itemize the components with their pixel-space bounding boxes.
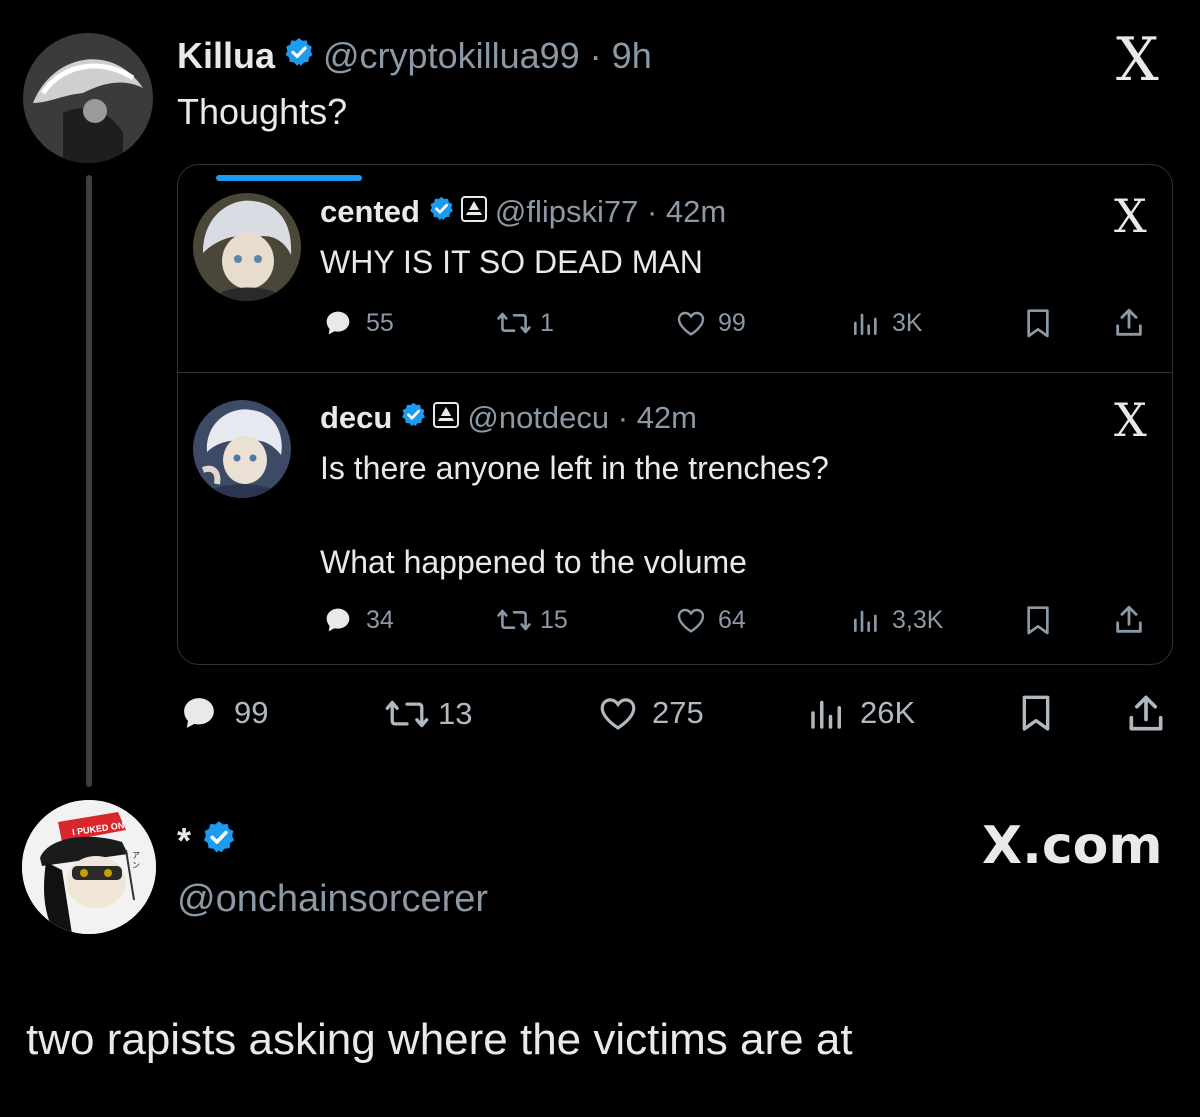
- bookmark-icon: [1027, 309, 1049, 338]
- avatar-killua[interactable]: [23, 33, 153, 163]
- views-count: 3K: [892, 308, 923, 337]
- reply-handle[interactable]: @onchainsorcerer: [177, 876, 488, 922]
- repost-icon: [385, 700, 429, 728]
- x-logo-icon: X: [1116, 25, 1159, 95]
- quoted-2-bookmark-button[interactable]: [1024, 605, 1052, 637]
- quoted-2-header: decu @notdecu · 42m: [320, 398, 697, 438]
- affiliate-badge-icon: [433, 400, 460, 436]
- like-count: 275: [652, 695, 704, 730]
- quoted-1-views-button[interactable]: 3K: [850, 307, 923, 339]
- quoted-2-like-button[interactable]: 64: [674, 604, 746, 636]
- quoted-1-bookmark-button[interactable]: [1024, 308, 1052, 340]
- repost-icon: [497, 312, 531, 334]
- reply-count: 34: [366, 605, 394, 634]
- quoted-2-repost-button[interactable]: 15: [496, 604, 568, 636]
- views-icon: [854, 610, 877, 632]
- verified-badge-icon: [428, 194, 455, 230]
- bookmark-icon: [1027, 606, 1049, 635]
- reply-header: *: [177, 818, 237, 864]
- quoted-1-header: cented @flipski77 · 42m: [320, 192, 726, 232]
- share-icon: [1129, 695, 1163, 731]
- avatar-onchainsorcerer[interactable]: I PUKED ON ア ン: [22, 800, 156, 934]
- quoted-1-handle-time[interactable]: @flipski77 · 42m: [495, 194, 726, 230]
- quoted-card-accent: [216, 175, 362, 181]
- reply-icon: [326, 608, 350, 632]
- quoted-1-text: WHY IS IT SO DEAD MAN: [320, 244, 703, 280]
- like-count: 99: [718, 308, 746, 337]
- svg-text:ア: ア: [132, 851, 140, 860]
- main-post-author-name[interactable]: Killua: [177, 35, 275, 77]
- quoted-2-reply-button[interactable]: 34: [322, 604, 394, 636]
- main-share-button[interactable]: [1124, 692, 1168, 736]
- main-post-header: Killua @cryptokillua99 · 9h: [177, 32, 652, 80]
- reply-count: 55: [366, 308, 394, 337]
- quoted-1-repost-button[interactable]: 1: [496, 307, 554, 339]
- main-post-handle-time[interactable]: @cryptokillua99 · 9h: [323, 35, 652, 77]
- repost-icon: [497, 609, 531, 631]
- svg-text:ン: ン: [132, 861, 140, 870]
- quoted-2-share-button[interactable]: [1112, 603, 1146, 637]
- verified-badge-icon: [400, 400, 427, 436]
- avatar-decu[interactable]: [193, 400, 291, 498]
- avatar-cented[interactable]: [193, 193, 301, 301]
- reply-text: two rapists asking where the victims are…: [26, 1015, 853, 1064]
- reply-count: 99: [234, 695, 269, 730]
- reply-icon: [326, 311, 350, 335]
- thread-line: [86, 175, 92, 787]
- repost-count: 1: [540, 308, 554, 337]
- xcom-watermark: X.com: [982, 816, 1163, 876]
- views-icon: [854, 313, 877, 335]
- quoted-1-reply-button[interactable]: 55: [322, 307, 394, 339]
- views-count: 3,3K: [892, 605, 944, 634]
- reply-icon: [184, 698, 214, 728]
- main-reply-button[interactable]: 99: [178, 692, 268, 734]
- reply-author-name[interactable]: *: [177, 820, 191, 862]
- verified-badge-icon: [283, 35, 315, 77]
- main-repost-button[interactable]: 13: [384, 694, 472, 734]
- main-bookmark-button[interactable]: [1018, 694, 1054, 734]
- main-post-text: Thoughts?: [177, 91, 348, 132]
- main-views-button[interactable]: 26K: [806, 692, 915, 734]
- x-logo-icon: X: [1114, 393, 1147, 447]
- heart-icon: [677, 608, 705, 633]
- repost-count: 15: [540, 605, 568, 634]
- quoted-1-share-button[interactable]: [1112, 306, 1146, 340]
- bookmark-icon: [1022, 695, 1050, 731]
- verified-badge-icon: [201, 819, 237, 864]
- quoted-2-text-line-2: What happened to the volume: [320, 544, 747, 580]
- heart-icon: [677, 311, 705, 336]
- quoted-2-views-button[interactable]: 3,3K: [850, 604, 943, 636]
- share-icon: [1116, 605, 1142, 633]
- heart-icon: [600, 698, 636, 730]
- quoted-1-author-name[interactable]: cented: [320, 194, 420, 230]
- quoted-divider: [178, 372, 1172, 373]
- x-logo-icon: X: [1114, 189, 1147, 243]
- affiliate-badge-icon: [460, 194, 487, 230]
- views-count: 26K: [860, 695, 916, 730]
- repost-count: 13: [438, 696, 473, 731]
- views-icon: [811, 700, 841, 729]
- quoted-2-handle-time[interactable]: @notdecu · 42m: [467, 400, 697, 436]
- quoted-2-text-line-1: Is there anyone left in the trenches?: [320, 450, 829, 486]
- like-count: 64: [718, 605, 746, 634]
- quoted-2-author-name[interactable]: decu: [320, 400, 392, 436]
- share-icon: [1116, 308, 1142, 336]
- main-like-button[interactable]: 275: [596, 692, 704, 734]
- quoted-1-like-button[interactable]: 99: [674, 307, 746, 339]
